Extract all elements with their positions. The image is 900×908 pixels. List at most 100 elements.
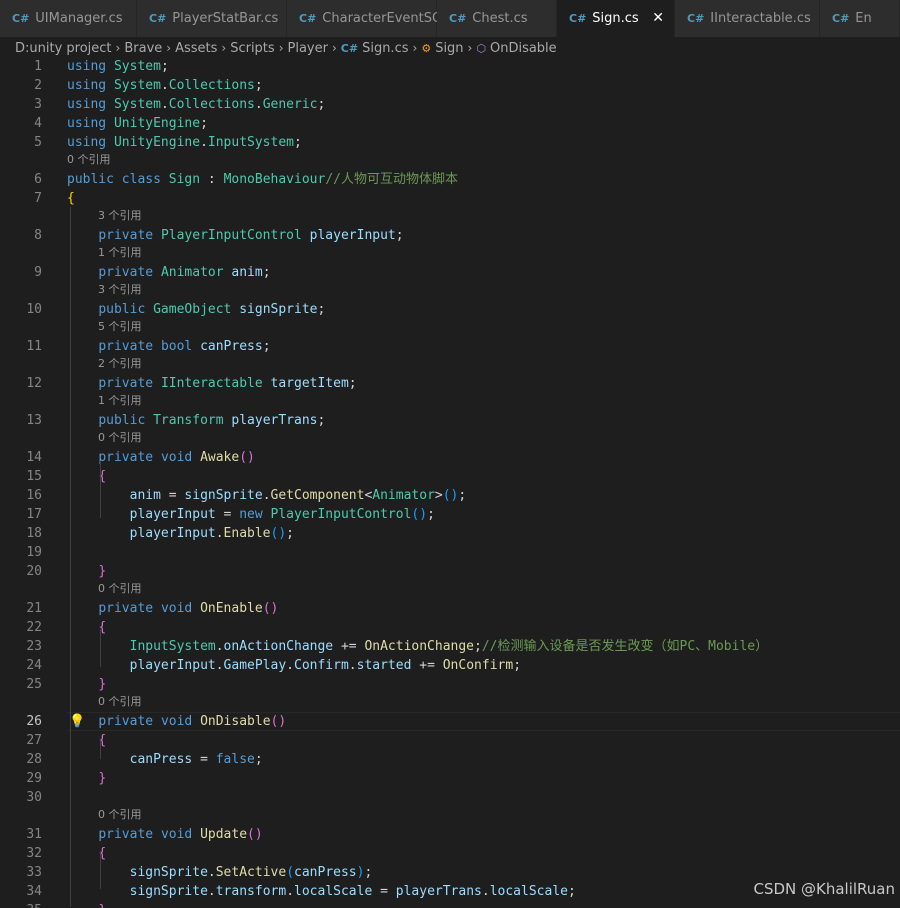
code-editor[interactable]: 1 using System; 2 using System.Collections;… xyxy=(0,57,900,908)
codelens-reference[interactable]: 3 个引用 xyxy=(0,208,900,224)
code-line[interactable]: 9 private Animator anim; xyxy=(0,263,900,282)
class-icon: ⚙ xyxy=(421,41,432,55)
codelens-reference[interactable]: 0 个引用 xyxy=(0,694,900,710)
breadcrumb-item[interactable]: unity project xyxy=(29,41,111,56)
line-number: 11 xyxy=(26,339,42,354)
code-line[interactable]: 32 { xyxy=(0,844,900,863)
tab-playerstatbar-cs[interactable]: C# PlayerStatBar.cs xyxy=(137,0,287,37)
close-icon[interactable]: ✕ xyxy=(652,10,664,26)
code-line[interactable]: 10 public GameObject signSprite; xyxy=(0,300,900,319)
code-text: private void OnDisable() xyxy=(98,714,287,729)
code-line[interactable]: 7{ xyxy=(0,189,900,208)
code-line[interactable]: 1 using System; xyxy=(0,57,900,76)
codelens-reference[interactable]: 0 个引用 xyxy=(0,807,900,823)
breadcrumb-item[interactable]: Assets xyxy=(175,41,217,56)
code-line[interactable]: 28 canPress = false; xyxy=(0,750,900,769)
breadcrumb-item[interactable]: Player xyxy=(288,41,328,56)
code-line[interactable]: 18 playerInput.Enable(); xyxy=(0,524,900,543)
breadcrumb-item[interactable]: Sign.cs xyxy=(362,41,408,56)
code-text: } xyxy=(98,677,107,692)
line-number: 7 xyxy=(34,191,42,206)
code-line[interactable]: 15 { xyxy=(0,467,900,486)
code-text: public GameObject signSprite; xyxy=(98,302,326,317)
code-text: signSprite.transform.localScale = player… xyxy=(129,884,576,899)
line-number: 34 xyxy=(26,884,42,899)
line-number: 24 xyxy=(26,658,42,673)
code-line[interactable]: 8 private PlayerInputControl playerInput… xyxy=(0,226,900,245)
code-line[interactable]: 35 } xyxy=(0,901,900,908)
code-line[interactable]: 29 } xyxy=(0,769,900,788)
tab-charactereventso-cs[interactable]: C# CharacterEventSO.cs xyxy=(287,0,460,37)
code-line[interactable]: 30 xyxy=(0,788,900,807)
line-number: 28 xyxy=(26,752,42,767)
line-number: 1 xyxy=(34,59,42,74)
tab-uimanager-cs[interactable]: C# UIManager.cs xyxy=(0,0,137,37)
code-text: private PlayerInputControl playerInput; xyxy=(98,228,404,243)
codelens-reference[interactable]: 3 个引用 xyxy=(0,282,900,298)
csharp-file-icon: C# xyxy=(12,12,30,25)
code-line[interactable]: 11 private bool canPress; xyxy=(0,337,900,356)
tab-label: IInteractable.cs xyxy=(710,11,811,26)
codelens-reference[interactable]: 2 个引用 xyxy=(0,356,900,372)
codelens-reference[interactable]: 0 个引用 xyxy=(0,152,900,168)
code-line[interactable]: 13 public Transform playerTrans; xyxy=(0,411,900,430)
code-line[interactable]: 17 playerInput = new PlayerInputControl(… xyxy=(0,505,900,524)
code-line[interactable]: 4 using UnityEngine; xyxy=(0,114,900,133)
code-line[interactable]: 14 private void Awake() xyxy=(0,448,900,467)
editor-tab-bar: C# UIManager.cs C# PlayerStatBar.cs C# Charac… xyxy=(0,0,900,37)
code-line[interactable]: 27 { xyxy=(0,731,900,750)
line-number: 10 xyxy=(26,302,42,317)
code-text: playerInput = new PlayerInputControl(); xyxy=(129,507,435,522)
code-text: private void Awake() xyxy=(98,450,255,465)
code-line[interactable]: 26 💡 private void OnDisable() xyxy=(0,712,900,731)
code-line[interactable]: 3 using System.Collections.Generic; xyxy=(0,95,900,114)
codelens-reference[interactable]: 1 个引用 xyxy=(0,393,900,409)
line-number: 33 xyxy=(26,865,42,880)
line-number: 27 xyxy=(26,733,42,748)
line-number: 29 xyxy=(26,771,42,786)
code-line[interactable]: 24 playerInput.GamePlay.Confirm.started … xyxy=(0,656,900,675)
code-line[interactable]: 2 using System.Collections; xyxy=(0,76,900,95)
code-line[interactable]: 22 { xyxy=(0,618,900,637)
code-line[interactable]: 20 } xyxy=(0,562,900,581)
tab-sign-cs[interactable]: C# Sign.cs ✕ xyxy=(557,0,675,37)
line-number: 15 xyxy=(26,469,42,484)
tab-iinteractable-cs[interactable]: C# IInteractable.cs xyxy=(675,0,820,37)
code-line[interactable]: 16 anim = signSprite.GetComponent<Animat… xyxy=(0,486,900,505)
code-text: public class Sign : MonoBehaviour//人物可互动… xyxy=(67,172,458,187)
code-text: using System.Collections; xyxy=(67,78,263,93)
breadcrumb-item[interactable]: Scripts xyxy=(230,41,274,56)
codelens-reference[interactable]: 5 个引用 xyxy=(0,319,900,335)
breadcrumb-item[interactable]: Brave xyxy=(124,41,162,56)
tab-label: PlayerStatBar.cs xyxy=(172,11,279,26)
code-line[interactable]: 19 xyxy=(0,543,900,562)
code-line[interactable]: 5 using UnityEngine.InputSystem; xyxy=(0,133,900,152)
code-line[interactable]: 31 private void Update() xyxy=(0,825,900,844)
chevron-right-icon: › xyxy=(221,41,227,55)
code-text: using UnityEngine; xyxy=(67,116,208,131)
breadcrumb-item[interactable]: D: xyxy=(15,41,29,56)
code-text: playerInput.Enable(); xyxy=(129,526,294,541)
codelens-reference[interactable]: 0 个引用 xyxy=(0,581,900,597)
tab-en[interactable]: C# En xyxy=(820,0,900,37)
code-line[interactable]: 25 } xyxy=(0,675,900,694)
code-text: } xyxy=(67,901,106,908)
code-line[interactable]: 21 private void OnEnable() xyxy=(0,599,900,618)
codelens-reference[interactable]: 1 个引用 xyxy=(0,245,900,261)
code-text: using System; xyxy=(67,59,169,74)
line-number: 6 xyxy=(34,172,42,187)
breadcrumb-item[interactable]: Sign xyxy=(435,41,463,56)
breadcrumb-item[interactable]: OnDisable xyxy=(490,41,557,56)
code-text: } xyxy=(98,771,107,786)
line-number: 30 xyxy=(26,790,42,805)
indent-guide xyxy=(70,207,71,907)
code-line[interactable]: 23 InputSystem.onActionChange += OnActio… xyxy=(0,637,900,656)
code-text: signSprite.SetActive(canPress); xyxy=(129,865,373,880)
chevron-right-icon: › xyxy=(278,41,284,55)
line-number: 5 xyxy=(34,135,42,150)
code-line[interactable]: 12 private IInteractable targetItem; xyxy=(0,374,900,393)
line-number: 31 xyxy=(26,827,42,842)
tab-chest-cs[interactable]: C# Chest.cs xyxy=(437,0,557,37)
code-line[interactable]: 6 public class Sign : MonoBehaviour//人物可互… xyxy=(0,170,900,189)
codelens-reference[interactable]: 0 个引用 xyxy=(0,430,900,446)
